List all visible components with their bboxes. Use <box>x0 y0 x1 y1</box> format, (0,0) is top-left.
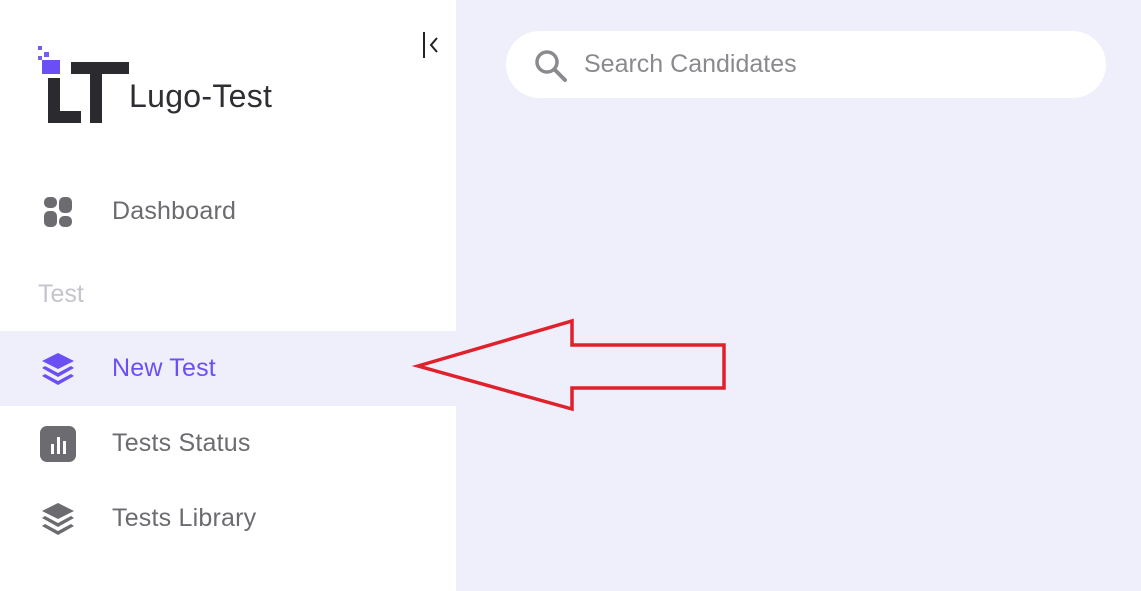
sidebar-item-tests-status[interactable]: Tests Status <box>0 406 456 481</box>
section-label-test: Test <box>38 280 84 308</box>
sidebar-item-dashboard[interactable]: Dashboard <box>0 174 456 249</box>
collapse-sidebar-button[interactable] <box>420 30 444 60</box>
dashboard-icon <box>44 197 72 227</box>
annotation-arrow <box>411 318 726 412</box>
sidebar-item-label: Tests Library <box>112 504 257 532</box>
sidebar-item-label: Dashboard <box>112 197 237 225</box>
logo-mark-icon <box>38 46 129 123</box>
brand-name: Lugo-Test <box>129 78 273 114</box>
search-icon <box>535 50 567 82</box>
stack-icon <box>42 503 74 535</box>
search-input[interactable] <box>584 31 1084 98</box>
collapse-left-icon <box>423 32 438 58</box>
sidebar-item-label: Tests Status <box>112 429 251 457</box>
search-bar[interactable] <box>506 31 1106 98</box>
layers-icon <box>42 353 74 385</box>
sidebar-item-label: New Test <box>112 354 216 382</box>
bar-chart-icon <box>40 426 76 462</box>
sidebar: Lugo-Test Dashboard Test New Test Tests … <box>0 0 456 591</box>
sidebar-item-new-test[interactable]: New Test <box>0 331 456 406</box>
sidebar-item-tests-library[interactable]: Tests Library <box>0 481 456 556</box>
